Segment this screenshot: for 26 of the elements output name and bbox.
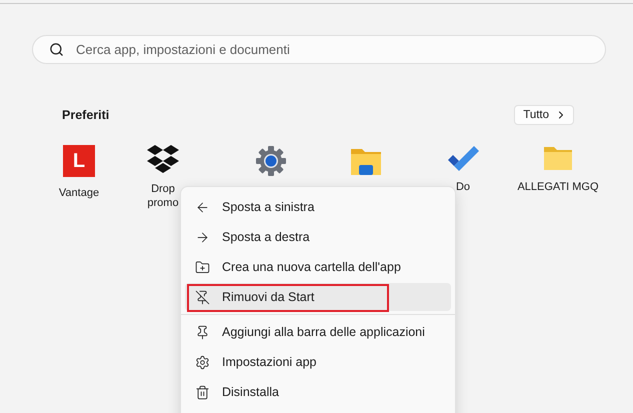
pin-icon <box>195 324 210 340</box>
folder-icon <box>543 145 573 171</box>
app-label[interactable]: Vantage <box>58 186 100 200</box>
search-bar[interactable]: Cerca app, impostazioni e documenti <box>32 35 606 64</box>
search-field[interactable]: Cerca app, impostazioni e documenti <box>74 41 589 58</box>
all-apps-button[interactable]: Tutto <box>514 105 574 125</box>
menu-item[interactable]: Rimuovi da Start <box>185 283 451 311</box>
menu-item[interactable]: Sposta a sinistra <box>185 193 451 221</box>
settings-icon <box>195 354 210 370</box>
unpin-icon <box>195 290 210 304</box>
letter-logo: L <box>63 145 95 177</box>
menu-item[interactable]: Aggiungi alla barra delle applicazioni <box>185 318 451 346</box>
menu-item[interactable]: Crea una nuova cartella dell'app <box>185 253 451 281</box>
folder-plus-icon <box>195 260 210 274</box>
menu-item[interactable]: Impostazioni app <box>185 348 451 376</box>
trash-icon <box>195 384 210 400</box>
app-label[interactable]: Drop promo <box>147 182 179 210</box>
section-title: Preferiti <box>62 108 110 122</box>
checkmark-icon <box>447 145 479 171</box>
menu-item[interactable]: Disinstalla <box>185 378 451 406</box>
search-icon <box>49 42 64 57</box>
gear-icon <box>255 145 287 177</box>
app-label[interactable]: Do <box>456 180 470 194</box>
diamonds-logo-icon <box>147 145 179 173</box>
menu-item[interactable]: Sposta a destra <box>185 223 451 251</box>
app-label[interactable]: ALLEGATI MGQ <box>517 180 599 194</box>
